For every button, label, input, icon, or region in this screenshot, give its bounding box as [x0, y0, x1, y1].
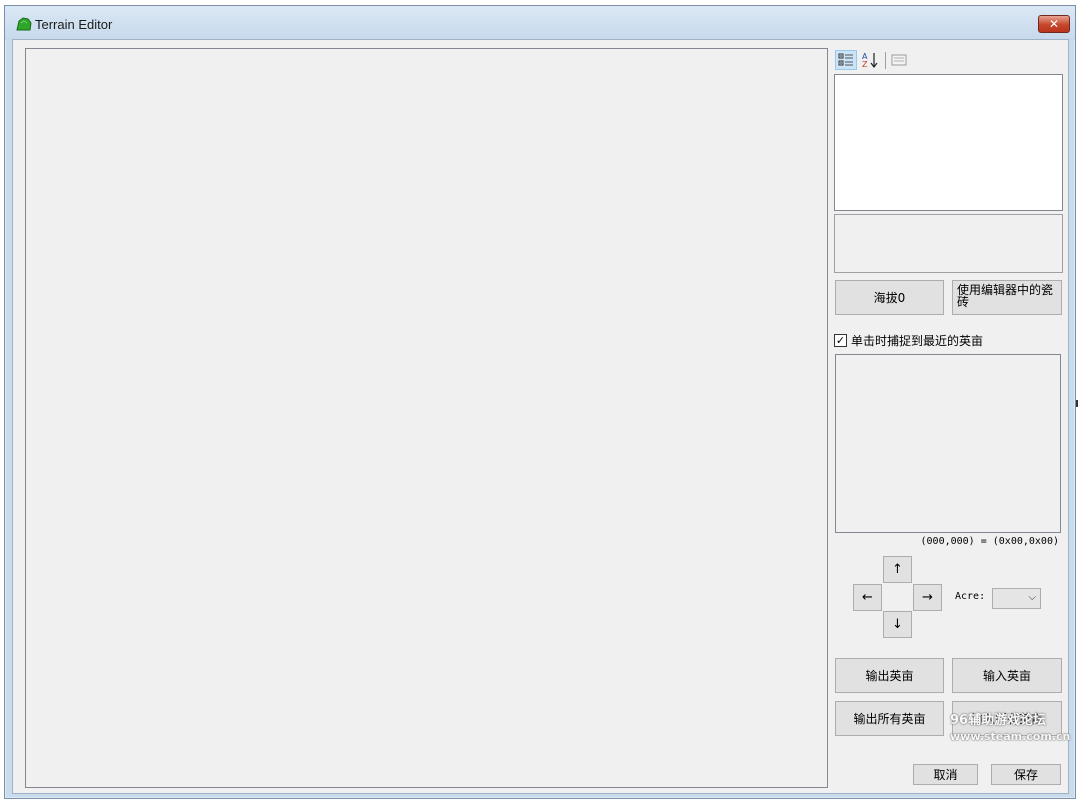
import-acre-button[interactable]: 输入英亩	[952, 658, 1062, 693]
export-all-acres-button[interactable]: 输出所有英亩	[835, 701, 944, 736]
client-area: A Z 海拔0 使用编辑器中的瓷砖 ✓ 单击时捕捉到最近的英亩 (000,000…	[12, 39, 1069, 794]
coordinate-readout: (000,000) = (0x00,0x00)	[920, 536, 1059, 547]
close-button[interactable]: ✕	[1038, 15, 1070, 33]
move-up-button[interactable]: ↑	[883, 556, 912, 583]
window-title: Terrain Editor	[35, 17, 113, 32]
snap-to-acre-label: 单击时捕捉到最近的英亩	[851, 333, 984, 348]
toolbar-separator	[885, 52, 886, 69]
resize-edge-mark	[1076, 400, 1078, 407]
alphabetical-button[interactable]: A Z	[859, 50, 881, 70]
property-description-panel	[834, 214, 1063, 273]
alphabetical-icon: A Z	[862, 52, 878, 69]
export-acre-button[interactable]: 输出英亩	[835, 658, 944, 693]
terrain-canvas[interactable]	[25, 48, 828, 788]
watermark-url: www.steam.com.cn	[950, 730, 1071, 743]
terrain-editor-window: Terrain Editor ✕ A Z 海拔0 使用编辑器中的瓷砖 ✓ 单击时…	[4, 5, 1076, 799]
move-left-button[interactable]: ←	[853, 584, 882, 611]
arrow-up-icon: ↑	[892, 562, 903, 577]
watermark-title: 96辅助游戏论坛	[950, 713, 1047, 728]
svg-text:Z: Z	[862, 60, 868, 69]
categorized-button[interactable]	[835, 50, 857, 70]
title-bar[interactable]: Terrain Editor ✕	[5, 6, 1075, 40]
close-icon: ✕	[1048, 17, 1060, 31]
move-down-button[interactable]: ↓	[883, 611, 912, 638]
acre-preview-panel[interactable]	[835, 354, 1061, 533]
cancel-button[interactable]: 取消	[913, 764, 978, 785]
terrain-app-icon	[16, 17, 32, 31]
categorized-icon	[838, 53, 853, 66]
snap-to-acre-checkbox[interactable]: ✓	[834, 333, 847, 347]
chevron-down-icon: ⌵	[1028, 592, 1036, 603]
property-pages-icon	[891, 54, 907, 66]
acre-label: Acre:	[955, 591, 986, 602]
acre-dropdown[interactable]: ⌵	[992, 588, 1041, 609]
snap-to-acre-option[interactable]: ✓ 单击时捕捉到最近的英亩	[834, 331, 983, 349]
arrow-down-icon: ↓	[892, 617, 903, 632]
checkmark-icon: ✓	[835, 333, 846, 347]
arrow-right-icon: →	[922, 590, 933, 605]
elevation-zero-button[interactable]: 海拔0	[835, 280, 944, 315]
property-pages-button[interactable]	[888, 50, 910, 70]
property-grid[interactable]	[834, 74, 1063, 211]
use-editor-tiles-button[interactable]: 使用编辑器中的瓷砖	[952, 280, 1062, 315]
move-right-button[interactable]: →	[913, 584, 942, 611]
arrow-left-icon: ←	[862, 590, 873, 605]
site-watermark: 96辅助游戏论坛 www.steam.com.cn	[950, 713, 1071, 745]
save-button[interactable]: 保存	[991, 764, 1061, 785]
